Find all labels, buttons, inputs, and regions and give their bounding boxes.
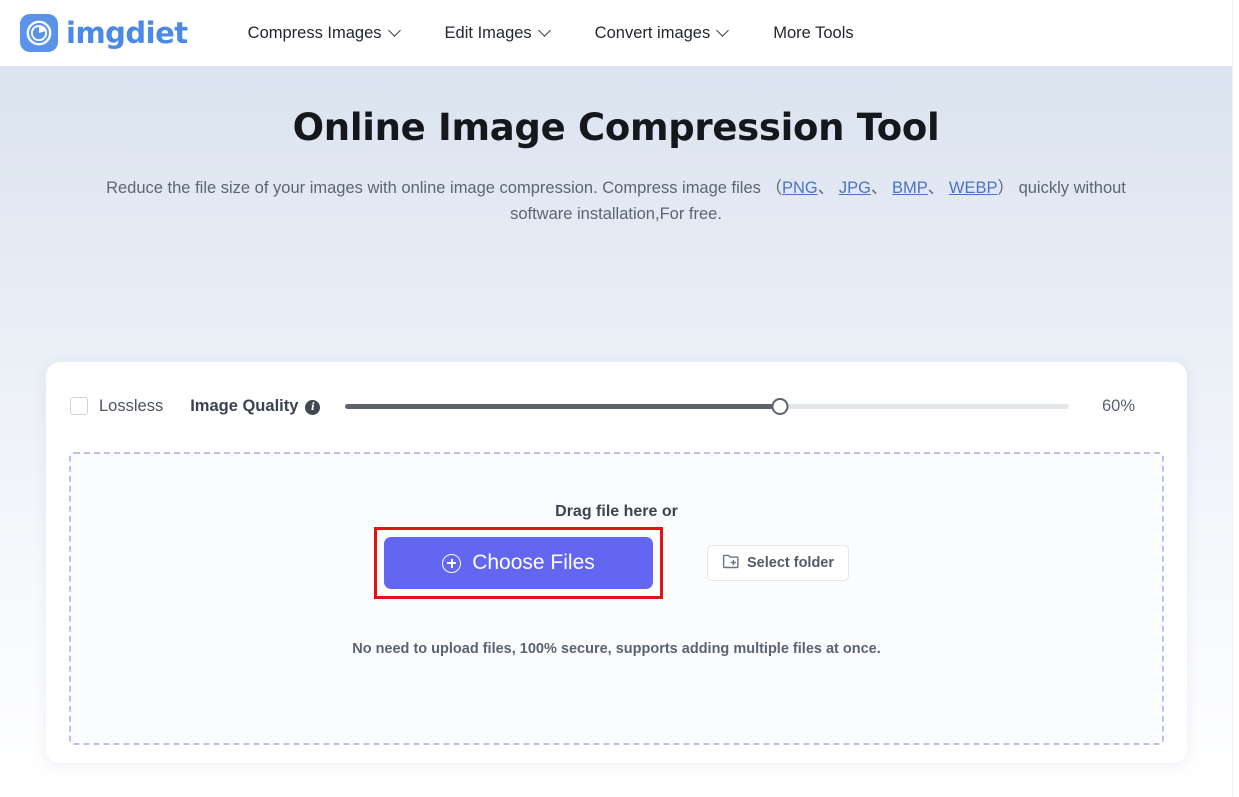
hero-section: Online Image Compression Tool Reduce the…: [0, 66, 1232, 228]
hero-subtitle: Reduce the file size of your images with…: [86, 175, 1146, 228]
select-folder-button[interactable]: Select folder: [706, 545, 850, 581]
compression-card: Lossless Image Quality i 60% Drag file he…: [46, 362, 1187, 763]
folder-add-icon: [722, 554, 739, 573]
format-link-png[interactable]: PNG: [782, 179, 818, 197]
dropzone-note: No need to upload files, 100% secure, su…: [352, 641, 881, 657]
info-icon[interactable]: i: [305, 399, 321, 415]
app-viewport: imgdiet Compress Images Edit Images Conv…: [0, 0, 1239, 797]
brand-name: imgdiet: [66, 16, 188, 50]
open-paren: （: [765, 179, 782, 197]
quality-value: 60%: [1101, 396, 1135, 415]
window-right-edge: [1232, 0, 1239, 797]
slider-thumb[interactable]: [771, 397, 789, 415]
nav-label: Convert images: [594, 23, 711, 42]
chevron-down-icon: [537, 23, 551, 37]
lossless-checkbox[interactable]: [70, 397, 88, 415]
image-quality-slider[interactable]: [345, 396, 1069, 416]
nav-item-convert-images[interactable]: Convert images: [572, 13, 751, 53]
file-dropzone[interactable]: Drag file here or Choose Files Select fo…: [69, 452, 1164, 745]
format-sep: 、: [870, 179, 888, 197]
main-navigation: Compress Images Edit Images Convert imag…: [225, 13, 877, 53]
choose-files-label: Choose Files: [472, 551, 595, 574]
select-folder-label: Select folder: [746, 555, 835, 571]
drag-file-label: Drag file here or: [555, 503, 678, 520]
format-sep: 、: [927, 179, 945, 197]
image-quality-text: Image Quality: [190, 396, 299, 415]
dropzone-button-row: Choose Files Select folder: [373, 527, 850, 599]
nav-item-more-tools[interactable]: More Tools: [750, 13, 876, 53]
hero-subtitle-text-1: Reduce the file size of your images with…: [106, 179, 761, 197]
chevron-down-icon: [387, 23, 401, 37]
page-title: Online Image Compression Tool: [292, 106, 940, 149]
lossless-label[interactable]: Lossless: [99, 397, 163, 416]
choose-files-button[interactable]: Choose Files: [383, 537, 653, 589]
format-link-jpg[interactable]: JPG: [839, 179, 871, 197]
nav-label: More Tools: [773, 23, 854, 42]
image-quality-label: Image Quality i: [190, 396, 321, 416]
plus-circle-icon: [442, 553, 462, 573]
close-paren: ）: [997, 179, 1014, 197]
nav-item-compress-images[interactable]: Compress Images: [225, 13, 422, 53]
format-sep: 、: [817, 179, 835, 197]
nav-item-edit-images[interactable]: Edit Images: [422, 13, 572, 53]
format-link-webp[interactable]: WEBP: [949, 179, 998, 197]
format-link-bmp[interactable]: BMP: [892, 179, 928, 197]
quality-settings-row: Lossless Image Quality i 60%: [46, 362, 1187, 424]
chevron-down-icon: [716, 23, 730, 37]
nav-label: Compress Images: [247, 23, 382, 42]
pie-chart-circle-logo-icon: [20, 14, 58, 52]
nav-label: Edit Images: [444, 23, 532, 42]
site-header: imgdiet Compress Images Edit Images Conv…: [0, 0, 1232, 66]
slider-track-fill: [345, 403, 780, 409]
brand-logo-link[interactable]: imgdiet: [20, 14, 188, 52]
